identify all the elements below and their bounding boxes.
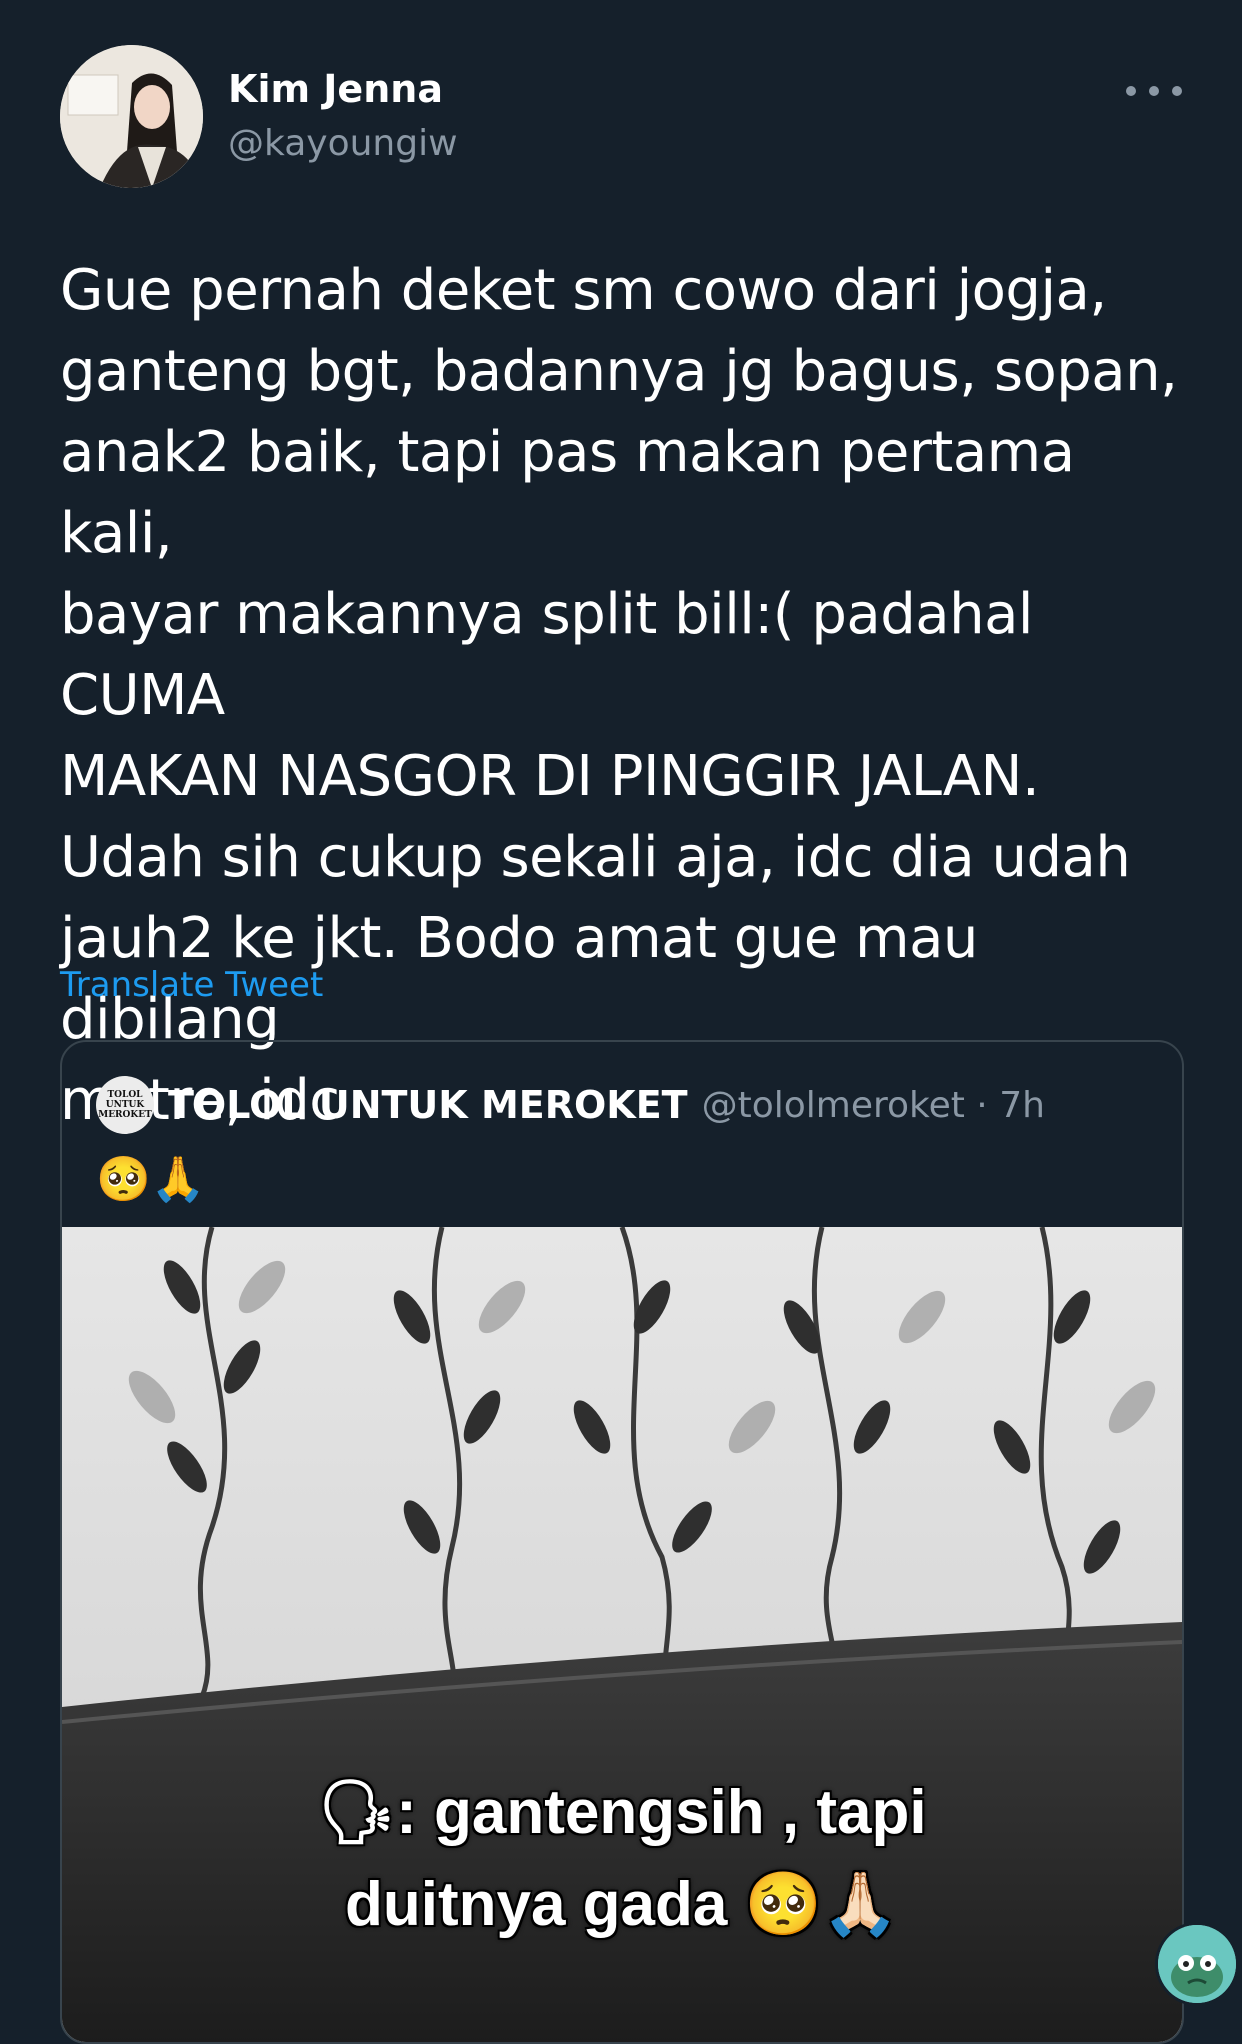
account-switcher-avatar[interactable] (1155, 1922, 1239, 2006)
quoted-avatar-line-1: TOLOL (107, 1090, 143, 1100)
profile-photo-icon (60, 45, 203, 188)
quoted-avatar-line-3: MEROKET (98, 1110, 152, 1120)
quoted-tweet-header: TOLOL UNTUK MEROKET TOLOL UNTUK MEROKET … (96, 1076, 1045, 1134)
quoted-author-name: TOLOL UNTUK MEROKET (168, 1083, 688, 1127)
quoted-tweet-media[interactable]: 🗣: gantengsih , tapi duitnya gada 🥺🙏🏻 (62, 1227, 1182, 2042)
tweet-text: Gue pernah deket sm cowo dari jogja, gan… (60, 258, 1178, 1133)
quoted-tweet-card[interactable]: TOLOL UNTUK MEROKET TOLOL UNTUK MEROKET … (60, 1040, 1184, 2044)
tweet-header: Kim Jenna @kayoungiw (60, 45, 1182, 190)
media-caption: 🗣: gantengsih , tapi duitnya gada 🥺🙏🏻 (62, 1767, 1182, 1951)
frog-avatar-icon (1158, 1925, 1236, 2003)
author-name[interactable]: Kim Jenna (228, 67, 443, 111)
quoted-tweet-text: 🥺🙏 (96, 1154, 206, 1205)
quoted-author-handle-time: @tololmeroket · 7h (701, 1084, 1045, 1126)
quoted-author-avatar[interactable]: TOLOL UNTUK MEROKET (96, 1076, 154, 1134)
media-caption-line-1: 🗣: gantengsih , tapi (317, 1778, 927, 1847)
quoted-avatar-line-2: UNTUK (105, 1100, 145, 1110)
author-avatar[interactable] (60, 45, 203, 188)
author-handle[interactable]: @kayoungiw (228, 123, 458, 164)
media-caption-line-2: duitnya gada 🥺🙏🏻 (344, 1870, 899, 1939)
more-options-icon[interactable] (1126, 81, 1182, 101)
translate-tweet-link[interactable]: Translate Tweet (60, 965, 323, 1005)
